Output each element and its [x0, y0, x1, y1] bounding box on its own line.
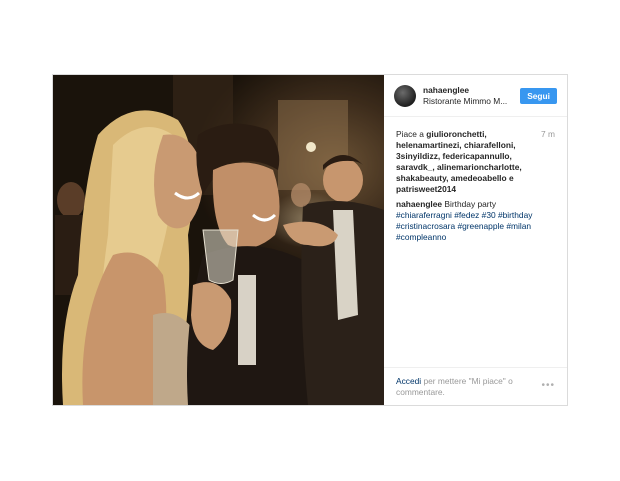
login-prompt: Accedi per mettere "Mi piace" o commenta…: [396, 376, 526, 398]
instagram-post: nahaenglee Ristorante Mimmo M... Segui P…: [52, 74, 568, 406]
post-footer: Accedi per mettere "Mi piace" o commenta…: [384, 367, 567, 405]
caption-text: Birthday party: [442, 199, 497, 209]
post-photo[interactable]: [53, 75, 384, 405]
post-time[interactable]: 7 m: [541, 129, 555, 140]
header-username[interactable]: nahaenglee: [423, 85, 520, 96]
avatar[interactable]: [394, 84, 416, 107]
likes-text: Piace a giulioronchetti, helenamartinezi…: [396, 129, 541, 195]
follow-button[interactable]: Segui: [520, 87, 557, 104]
header-location[interactable]: Ristorante Mimmo M...: [423, 96, 513, 107]
post-sidebar: nahaenglee Ristorante Mimmo M... Segui P…: [384, 75, 567, 405]
caption-username[interactable]: nahaenglee: [396, 199, 442, 209]
login-link[interactable]: Accedi: [396, 376, 421, 386]
post-header: nahaenglee Ristorante Mimmo M... Segui: [384, 75, 567, 117]
header-text: nahaenglee Ristorante Mimmo M...: [423, 85, 520, 107]
post-caption: nahaenglee Birthday party #chiaraferragn…: [396, 199, 556, 243]
more-options-icon[interactable]: •••: [541, 380, 555, 391]
likes-prefix: Piace a: [396, 129, 427, 139]
party-photo-illustration: [53, 75, 384, 405]
caption-hashtags[interactable]: #chiaraferragni #fedez #30 #birthday #cr…: [396, 210, 556, 243]
